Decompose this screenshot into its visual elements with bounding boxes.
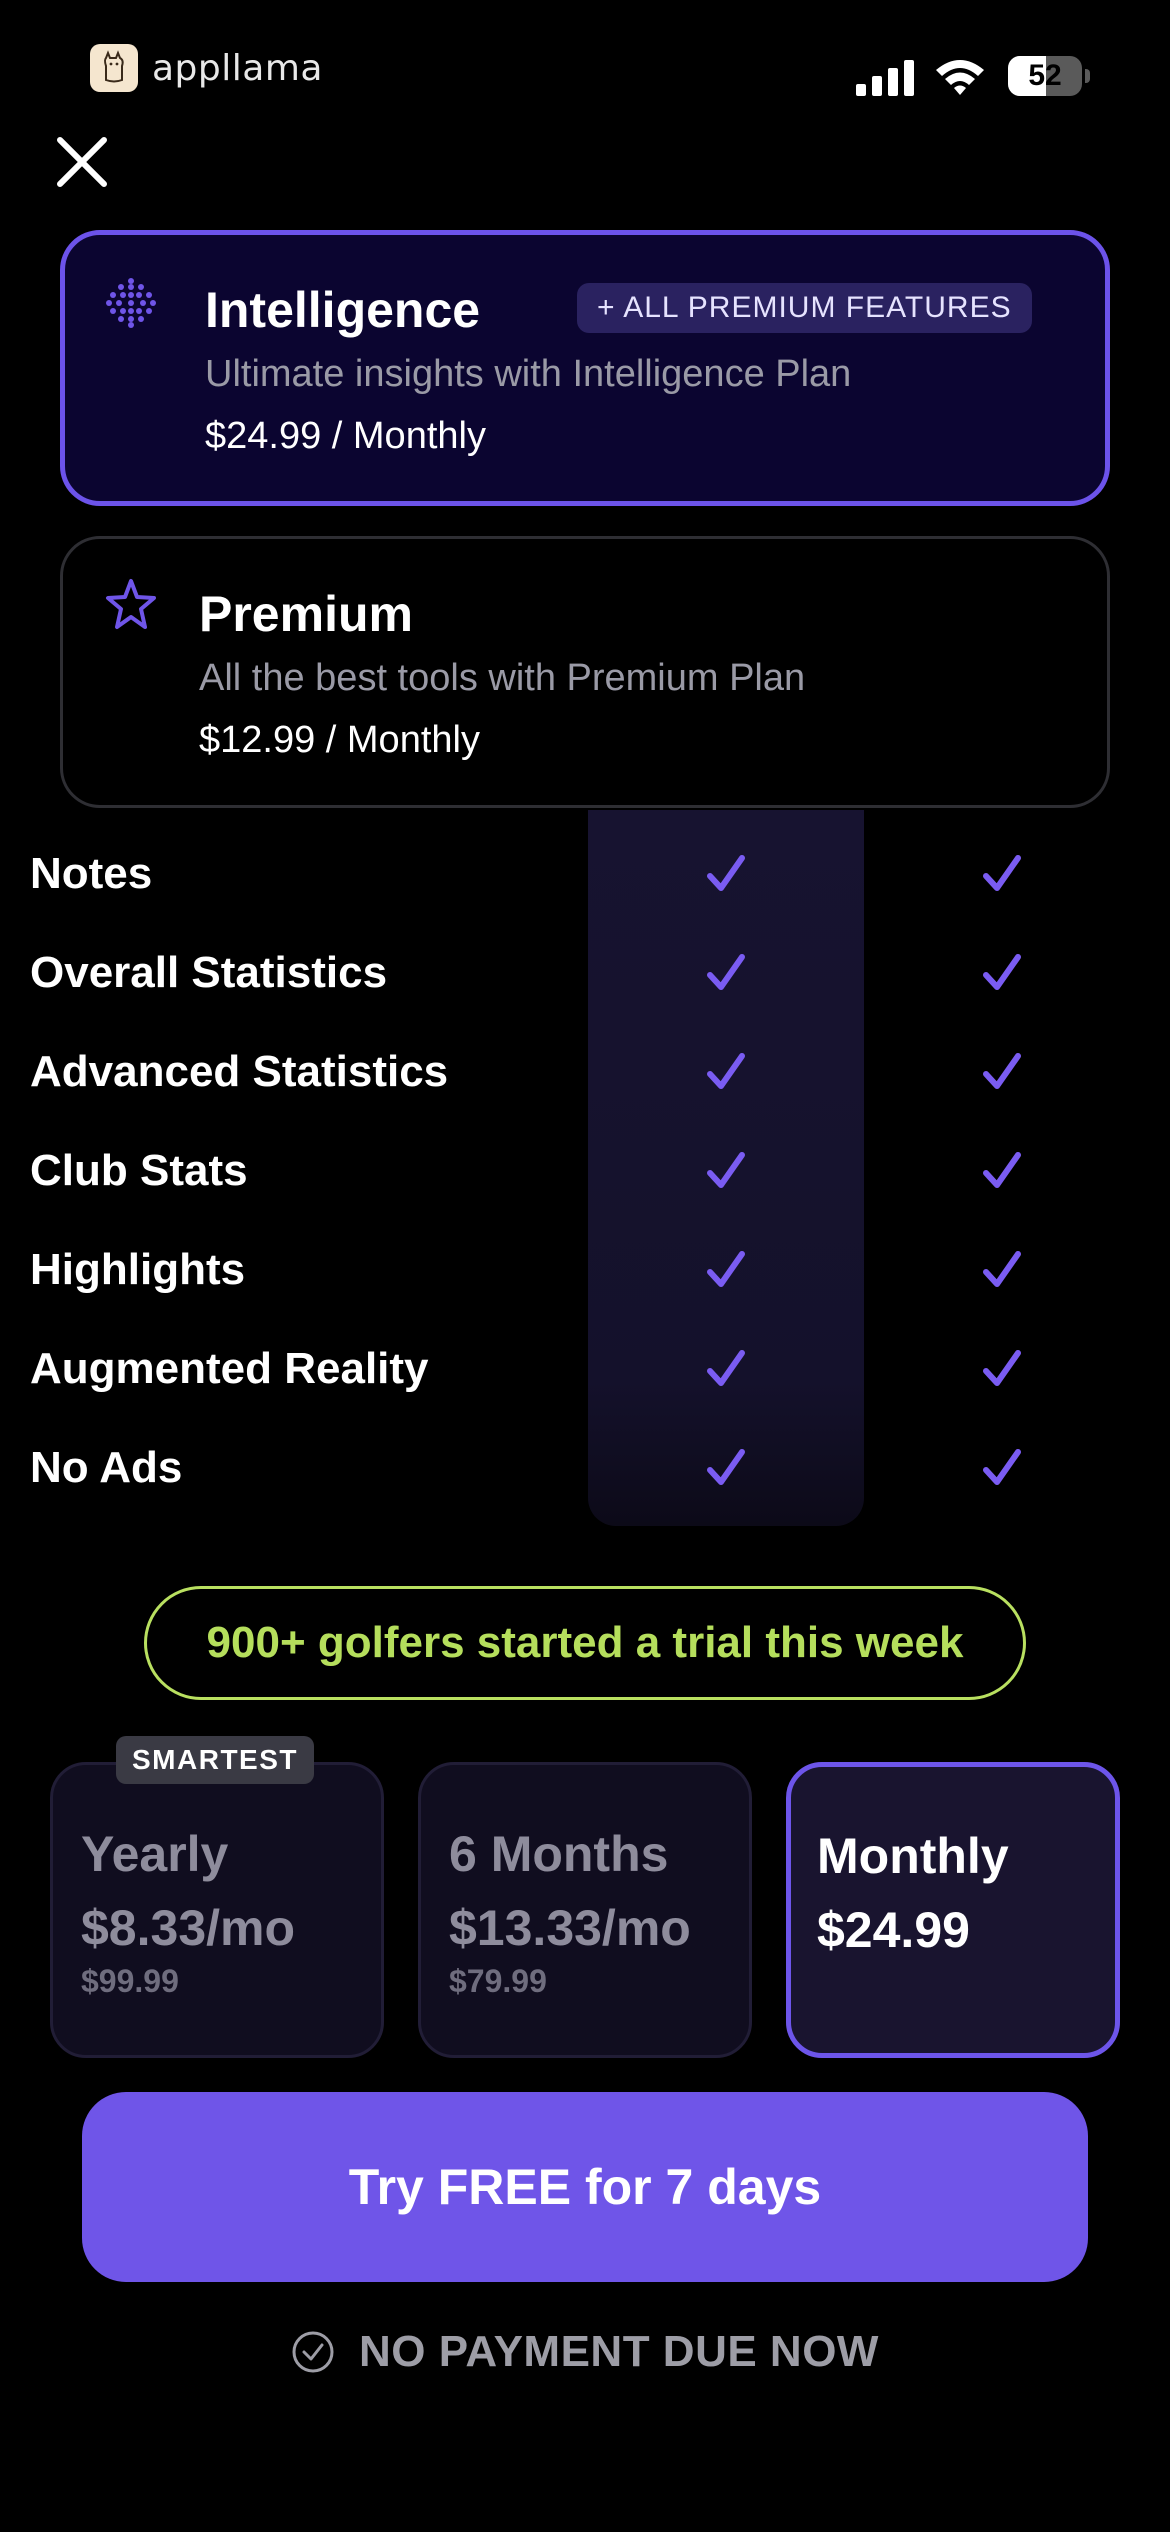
feature-name: Notes: [30, 849, 153, 898]
premium-check-icon: [980, 1050, 1024, 1094]
check-circle-icon: [292, 2331, 334, 2373]
option-period: Monthly: [817, 1828, 1009, 1884]
close-icon: [57, 137, 107, 187]
pricing-option-monthly[interactable]: Monthly $24.99: [786, 1762, 1120, 2058]
brand: appllama: [90, 44, 323, 92]
star-icon: [106, 579, 156, 629]
pricing-option-6-months[interactable]: 6 Months $13.33/mo $79.99: [418, 1762, 752, 2058]
option-period: Yearly: [81, 1826, 229, 1882]
plan-price: $24.99 / Monthly: [205, 415, 486, 457]
plan-subtitle: All the best tools with Premium Plan: [199, 657, 806, 699]
no-payment-notice: NO PAYMENT DUE NOW: [0, 2312, 1170, 2392]
option-price: $8.33/mo: [81, 1900, 296, 1956]
feature-name: Advanced Statistics: [30, 1047, 449, 1096]
social-proof-text: 900+ golfers started a trial this week: [206, 1618, 964, 1667]
try-free-label: Try FREE for 7 days: [348, 2159, 822, 2215]
plan-card-intelligence[interactable]: Intelligence + ALL PREMIUM FEATURES Ulti…: [60, 230, 1110, 506]
pricing-option-yearly[interactable]: Yearly $8.33/mo $99.99: [50, 1762, 384, 2058]
plan-price: $12.99 / Monthly: [199, 719, 480, 761]
smartest-badge: SMARTEST: [116, 1736, 314, 1784]
option-period: 6 Months: [449, 1826, 669, 1882]
feature-row: Notes: [0, 834, 1170, 914]
premium-check-icon: [980, 852, 1024, 896]
plan-name: Premium: [199, 586, 413, 642]
premium-check-icon: [980, 1248, 1024, 1292]
feature-name: Augmented Reality: [30, 1344, 429, 1393]
close-button[interactable]: [52, 132, 112, 192]
feature-name: Highlights: [30, 1245, 246, 1294]
feature-row: Augmented Reality: [0, 1329, 1170, 1409]
feature-row: No Ads: [0, 1428, 1170, 1508]
intelligence-check-icon: [704, 1149, 748, 1193]
social-proof-pill: 900+ golfers started a trial this week: [144, 1586, 1026, 1700]
intelligence-check-icon: [704, 852, 748, 896]
intelligence-check-icon: [704, 1446, 748, 1490]
no-payment-text: NO PAYMENT DUE NOW: [359, 2327, 879, 2376]
premium-check-icon: [980, 1149, 1024, 1193]
battery-level: 52: [1028, 59, 1062, 92]
battery-body: 52: [1008, 56, 1082, 96]
plan-card-premium[interactable]: Premium All the best tools with Premium …: [60, 536, 1110, 808]
feature-row: Highlights: [0, 1230, 1170, 1310]
feature-row: Overall Statistics: [0, 933, 1170, 1013]
feature-row: Club Stats: [0, 1131, 1170, 1211]
wifi-icon: [936, 60, 984, 95]
feature-name: No Ads: [30, 1443, 183, 1492]
premium-check-icon: [980, 951, 1024, 995]
status-bar: appllama 52: [0, 0, 1170, 150]
llama-logo-icon: [90, 44, 138, 92]
battery-tip: [1085, 69, 1090, 83]
cellular-signal-icon: [856, 60, 914, 96]
intelligence-check-icon: [704, 1347, 748, 1391]
try-free-button[interactable]: Try FREE for 7 days: [82, 2092, 1088, 2282]
option-price: $24.99: [817, 1902, 970, 1958]
option-price: $13.33/mo: [449, 1900, 691, 1956]
feature-name: Club Stats: [30, 1146, 248, 1195]
feature-name: Overall Statistics: [30, 948, 388, 997]
feature-row: Advanced Statistics: [0, 1032, 1170, 1112]
plan-name: Intelligence: [205, 282, 481, 338]
premium-check-icon: [980, 1347, 1024, 1391]
plan-subtitle: Ultimate insights with Intelligence Plan: [205, 353, 852, 395]
option-total: $79.99: [449, 1963, 547, 1999]
brand-name: appllama: [152, 47, 323, 89]
option-total: $99.99: [81, 1963, 179, 1999]
intelligence-check-icon: [704, 1050, 748, 1094]
all-premium-features-badge: + ALL PREMIUM FEATURES: [577, 283, 1032, 333]
intelligence-check-icon: [704, 1248, 748, 1292]
intelligence-check-icon: [704, 951, 748, 995]
premium-check-icon: [980, 1446, 1024, 1490]
battery-indicator: 52: [1008, 56, 1090, 96]
dot-grid-icon: [106, 278, 156, 328]
